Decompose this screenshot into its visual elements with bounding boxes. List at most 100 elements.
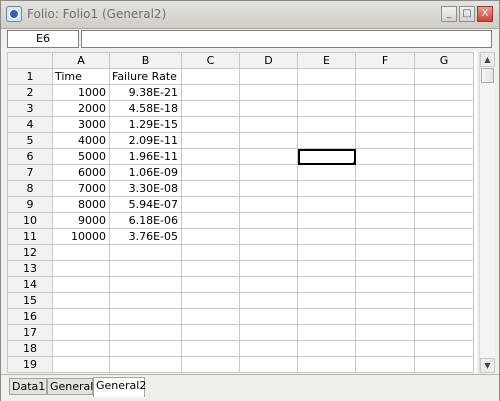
cell-a10[interactable]: 9000 — [52, 212, 110, 229]
sheet-tab-general1[interactable]: General1 — [47, 378, 100, 395]
cell-f7[interactable] — [355, 164, 415, 181]
cell-b7[interactable]: 1.06E-09 — [109, 164, 182, 181]
cell-e8[interactable] — [297, 180, 356, 197]
cell-a4[interactable]: 3000 — [52, 116, 110, 133]
cell-e18[interactable] — [297, 340, 356, 357]
cell-c11[interactable] — [181, 228, 240, 245]
cell-b17[interactable] — [109, 324, 182, 341]
row-header[interactable]: 7 — [7, 164, 53, 181]
cell-e16[interactable] — [297, 308, 356, 325]
cell-g10[interactable] — [414, 212, 474, 229]
column-header-f[interactable]: F — [355, 52, 415, 69]
cell-a12[interactable] — [52, 244, 110, 261]
folio-app-icon[interactable] — [6, 6, 22, 22]
cell-e12[interactable] — [297, 244, 356, 261]
cell-g20[interactable] — [414, 372, 474, 373]
maximize-button[interactable]: □ — [459, 6, 475, 22]
cell-e11[interactable] — [297, 228, 356, 245]
cell-d10[interactable] — [239, 212, 298, 229]
cell-c14[interactable] — [181, 276, 240, 293]
cell-b6[interactable]: 1.96E-11 — [109, 148, 182, 165]
row-header[interactable]: 2 — [7, 84, 53, 101]
cell-a17[interactable] — [52, 324, 110, 341]
cell-a2[interactable]: 1000 — [52, 84, 110, 101]
cell-d16[interactable] — [239, 308, 298, 325]
cell-b10[interactable]: 6.18E-06 — [109, 212, 182, 229]
cell-a14[interactable] — [52, 276, 110, 293]
cell-b14[interactable] — [109, 276, 182, 293]
cell-f20[interactable] — [355, 372, 415, 373]
cell-f1[interactable] — [355, 68, 415, 85]
cell-c19[interactable] — [181, 356, 240, 373]
cell-c18[interactable] — [181, 340, 240, 357]
row-header[interactable]: 13 — [7, 260, 53, 277]
row-header[interactable]: 16 — [7, 308, 53, 325]
cell-b2[interactable]: 9.38E-21 — [109, 84, 182, 101]
cell-f13[interactable] — [355, 260, 415, 277]
cell-d13[interactable] — [239, 260, 298, 277]
cell-f8[interactable] — [355, 180, 415, 197]
cell-reference-box[interactable]: E6 — [7, 30, 79, 48]
close-button[interactable]: X — [477, 6, 493, 22]
cell-g13[interactable] — [414, 260, 474, 277]
cell-a13[interactable] — [52, 260, 110, 277]
cell-a9[interactable]: 8000 — [52, 196, 110, 213]
cell-f17[interactable] — [355, 324, 415, 341]
cell-g3[interactable] — [414, 100, 474, 117]
cell-e3[interactable] — [297, 100, 356, 117]
cell-d4[interactable] — [239, 116, 298, 133]
cell-f16[interactable] — [355, 308, 415, 325]
cell-g8[interactable] — [414, 180, 474, 197]
cell-d5[interactable] — [239, 132, 298, 149]
cell-d8[interactable] — [239, 180, 298, 197]
scroll-down-arrow-icon[interactable]: ▼ — [480, 358, 495, 373]
row-header[interactable]: 5 — [7, 132, 53, 149]
cell-e1[interactable] — [297, 68, 356, 85]
cell-g14[interactable] — [414, 276, 474, 293]
cell-c5[interactable] — [181, 132, 240, 149]
cell-c16[interactable] — [181, 308, 240, 325]
cell-e14[interactable] — [297, 276, 356, 293]
cell-e6[interactable] — [297, 148, 356, 165]
cell-g17[interactable] — [414, 324, 474, 341]
row-header[interactable]: 18 — [7, 340, 53, 357]
cell-f4[interactable] — [355, 116, 415, 133]
column-header-g[interactable]: G — [414, 52, 474, 69]
cell-e15[interactable] — [297, 292, 356, 309]
cell-b16[interactable] — [109, 308, 182, 325]
row-header[interactable]: 3 — [7, 100, 53, 117]
cell-g2[interactable] — [414, 84, 474, 101]
row-header[interactable]: 8 — [7, 180, 53, 197]
cell-c10[interactable] — [181, 212, 240, 229]
row-header[interactable]: 14 — [7, 276, 53, 293]
cell-g9[interactable] — [414, 196, 474, 213]
cell-b3[interactable]: 4.58E-18 — [109, 100, 182, 117]
cell-e4[interactable] — [297, 116, 356, 133]
cell-d6[interactable] — [239, 148, 298, 165]
cell-a1[interactable]: Time — [52, 68, 110, 85]
cell-g1[interactable] — [414, 68, 474, 85]
cell-c2[interactable] — [181, 84, 240, 101]
cell-f9[interactable] — [355, 196, 415, 213]
row-header[interactable]: 9 — [7, 196, 53, 213]
scroll-up-arrow-icon[interactable]: ▲ — [480, 52, 495, 67]
row-header[interactable]: 17 — [7, 324, 53, 341]
sheet-tab-data1[interactable]: Data1 — [9, 378, 47, 395]
cell-e5[interactable] — [297, 132, 356, 149]
cell-c13[interactable] — [181, 260, 240, 277]
cell-e9[interactable] — [297, 196, 356, 213]
cell-a18[interactable] — [52, 340, 110, 357]
cell-b20[interactable] — [109, 372, 182, 373]
cell-f14[interactable] — [355, 276, 415, 293]
cell-b1[interactable]: Failure Rate — [109, 68, 182, 85]
cell-c20[interactable] — [181, 372, 240, 373]
row-header[interactable]: 19 — [7, 356, 53, 373]
cell-g7[interactable] — [414, 164, 474, 181]
sheet-tab-general2[interactable]: General2 — [93, 377, 146, 397]
cell-b12[interactable] — [109, 244, 182, 261]
cell-e13[interactable] — [297, 260, 356, 277]
cell-d7[interactable] — [239, 164, 298, 181]
cell-c9[interactable] — [181, 196, 240, 213]
cell-a5[interactable]: 4000 — [52, 132, 110, 149]
cell-g16[interactable] — [414, 308, 474, 325]
